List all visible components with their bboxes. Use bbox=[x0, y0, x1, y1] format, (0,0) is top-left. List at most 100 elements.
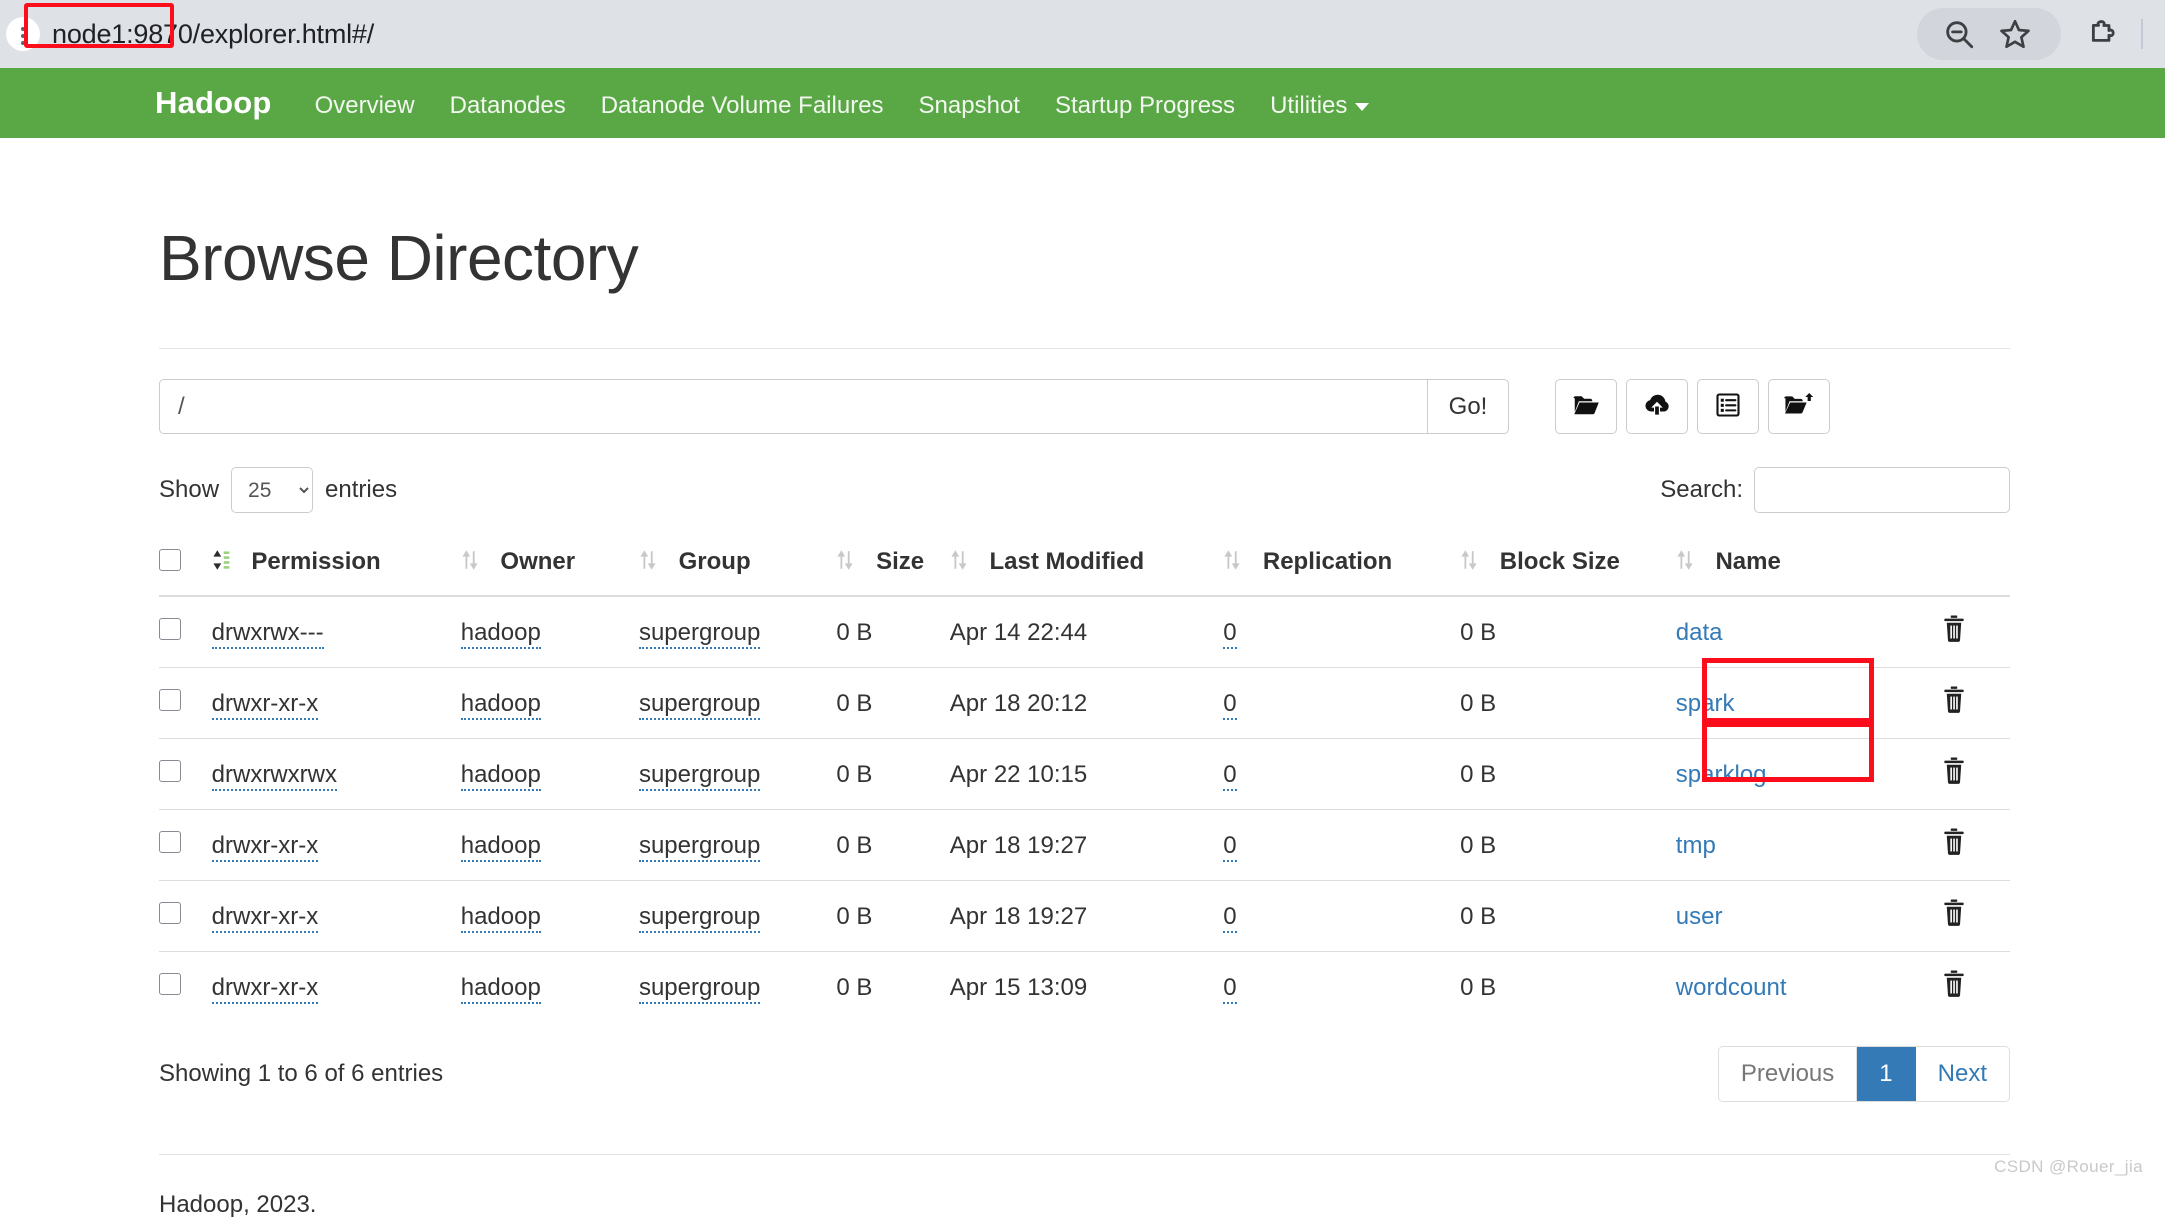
trash-icon[interactable] bbox=[1941, 686, 1967, 720]
group-value[interactable]: supergroup bbox=[638, 973, 761, 1004]
name-link[interactable]: wordcount bbox=[1676, 974, 1787, 1001]
cell-delete[interactable] bbox=[1898, 880, 2010, 952]
name-link[interactable]: spark bbox=[1676, 690, 1735, 717]
path-input[interactable] bbox=[159, 379, 1427, 434]
row-checkbox-cell[interactable] bbox=[159, 596, 212, 668]
nav-link-startup-progress[interactable]: Startup Progress bbox=[1055, 92, 1235, 120]
group-value[interactable]: supergroup bbox=[638, 760, 761, 791]
owner-value[interactable]: hadoop bbox=[460, 902, 541, 933]
row-checkbox-cell[interactable] bbox=[159, 738, 212, 810]
trash-icon[interactable] bbox=[1941, 899, 1967, 933]
parent-directory-button[interactable] bbox=[1768, 379, 1830, 434]
row-checkbox[interactable] bbox=[159, 973, 181, 995]
trash-icon[interactable] bbox=[1941, 970, 1967, 1004]
th-block-size[interactable]: Block Size bbox=[1460, 535, 1676, 597]
group-value[interactable]: supergroup bbox=[638, 902, 761, 933]
trash-icon[interactable] bbox=[1941, 615, 1967, 649]
nav-link-utilities[interactable]: Utilities bbox=[1270, 92, 1370, 120]
row-checkbox[interactable] bbox=[159, 760, 181, 782]
pagination-previous[interactable]: Previous bbox=[1718, 1047, 1858, 1101]
url-text[interactable]: node1:9870/explorer.html#/ bbox=[40, 19, 374, 50]
nav-link-overview[interactable]: Overview bbox=[315, 92, 415, 120]
replication-value[interactable]: 0 bbox=[1223, 760, 1237, 791]
permission-value[interactable]: drwxrwxrwx bbox=[211, 760, 337, 791]
csdn-watermark: CSDN @Rouer_jia bbox=[1994, 1157, 2143, 1176]
omnibox-actions bbox=[1917, 8, 2061, 60]
group-value[interactable]: supergroup bbox=[638, 689, 761, 720]
chevron-down-icon bbox=[1355, 102, 1370, 111]
create-directory-button[interactable] bbox=[1555, 379, 1617, 434]
sort-icon bbox=[1676, 549, 1696, 578]
replication-value[interactable]: 0 bbox=[1223, 689, 1237, 720]
th-group[interactable]: Group bbox=[638, 535, 837, 597]
replication-value[interactable]: 0 bbox=[1223, 973, 1237, 1004]
name-link[interactable]: sparklog bbox=[1676, 761, 1767, 788]
cell-delete[interactable] bbox=[1898, 667, 2010, 739]
name-link[interactable]: tmp bbox=[1676, 832, 1716, 859]
navbar-brand[interactable]: Hadoop bbox=[155, 85, 272, 121]
row-checkbox-cell[interactable] bbox=[159, 951, 212, 1022]
trash-icon[interactable] bbox=[1941, 757, 1967, 791]
table-row: drwxr-xr-x hadoop supergroup 0 B Apr 18 19:2… bbox=[159, 809, 2010, 881]
cell-delete[interactable] bbox=[1899, 596, 2010, 668]
group-value[interactable]: supergroup bbox=[638, 831, 761, 862]
replication-value[interactable]: 0 bbox=[1223, 618, 1237, 649]
zoom-out-icon[interactable] bbox=[1931, 12, 1987, 56]
row-checkbox[interactable] bbox=[159, 831, 181, 853]
th-last-modified[interactable]: Last Modified bbox=[949, 535, 1224, 597]
replication-value[interactable]: 0 bbox=[1223, 831, 1237, 862]
th-size[interactable]: Size bbox=[836, 535, 950, 597]
cell-delete[interactable] bbox=[1898, 738, 2010, 810]
th-name[interactable]: Name bbox=[1675, 535, 1899, 597]
row-checkbox[interactable] bbox=[159, 689, 181, 711]
owner-value[interactable]: hadoop bbox=[460, 689, 541, 720]
cell-replication: 0 bbox=[1223, 809, 1461, 881]
owner-value[interactable]: hadoop bbox=[460, 760, 541, 791]
extensions-puzzle-icon[interactable] bbox=[2075, 12, 2131, 56]
pagination-next[interactable]: Next bbox=[1915, 1047, 2009, 1101]
entries-select[interactable]: 25 bbox=[231, 467, 314, 513]
th-replication[interactable]: Replication bbox=[1223, 535, 1461, 597]
th-owner[interactable]: Owner bbox=[460, 535, 639, 597]
permission-value[interactable]: drwxr-xr-x bbox=[211, 973, 319, 1004]
row-checkbox-cell[interactable] bbox=[159, 809, 212, 881]
upload-files-button[interactable] bbox=[1626, 379, 1688, 434]
permission-value[interactable]: drwxr-xr-x bbox=[211, 902, 319, 933]
cut-paste-list-button[interactable] bbox=[1697, 379, 1759, 434]
row-checkbox-cell[interactable] bbox=[159, 880, 212, 952]
owner-value[interactable]: hadoop bbox=[460, 831, 541, 862]
replication-value[interactable]: 0 bbox=[1223, 902, 1237, 933]
cell-permission: drwxr-xr-x bbox=[211, 667, 461, 739]
owner-value[interactable]: hadoop bbox=[460, 618, 541, 649]
pagination: Previous 1 Next bbox=[1717, 1046, 2010, 1102]
row-checkbox[interactable] bbox=[159, 902, 181, 924]
nav-link-datanode-volume-failures[interactable]: Datanode Volume Failures bbox=[601, 92, 884, 120]
path-input-group: Go! bbox=[159, 379, 1509, 434]
pagination-page-1[interactable]: 1 bbox=[1857, 1047, 1916, 1101]
th-select-all[interactable] bbox=[159, 535, 212, 597]
row-checkbox-cell[interactable] bbox=[159, 667, 212, 739]
nav-link-snapshot[interactable]: Snapshot bbox=[919, 92, 1020, 120]
name-link[interactable]: data bbox=[1676, 619, 1723, 646]
go-button[interactable]: Go! bbox=[1427, 379, 1509, 434]
cell-size: 0 B bbox=[836, 880, 950, 952]
trash-icon[interactable] bbox=[1941, 828, 1967, 862]
browser-right-actions bbox=[2061, 12, 2153, 56]
permission-value[interactable]: drwxr-xr-x bbox=[211, 831, 319, 862]
cell-delete[interactable] bbox=[1898, 951, 2010, 1022]
group-value[interactable]: supergroup bbox=[638, 618, 761, 649]
page-title: Browse Directory bbox=[159, 222, 639, 294]
bookmark-star-icon[interactable] bbox=[1987, 12, 2043, 56]
name-link[interactable]: user bbox=[1676, 903, 1723, 930]
omnibox[interactable]: node1:9870/explorer.html#/ bbox=[6, 8, 1909, 60]
nav-link-datanodes[interactable]: Datanodes bbox=[450, 92, 566, 120]
site-info-icon[interactable] bbox=[6, 17, 40, 51]
cell-delete[interactable] bbox=[1898, 809, 2010, 881]
select-all-checkbox[interactable] bbox=[159, 548, 181, 571]
search-input[interactable] bbox=[1754, 467, 2010, 513]
th-permission[interactable]: Permission bbox=[211, 535, 461, 597]
row-checkbox[interactable] bbox=[159, 618, 181, 640]
permission-value[interactable]: drwxr-xr-x bbox=[211, 689, 319, 720]
permission-value[interactable]: drwxrwx--- bbox=[211, 618, 324, 649]
owner-value[interactable]: hadoop bbox=[460, 973, 541, 1004]
